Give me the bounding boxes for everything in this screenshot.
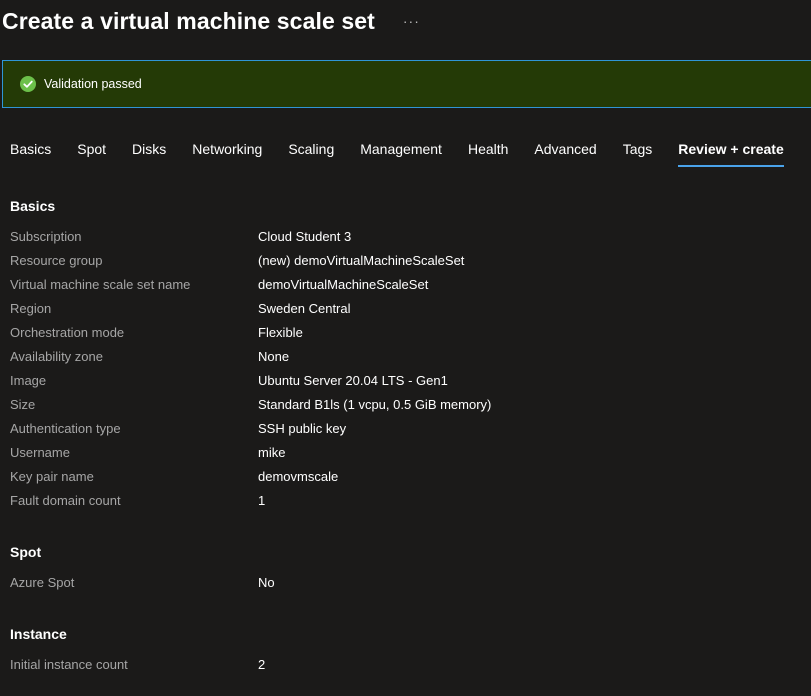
tab-tags[interactable]: Tags <box>623 140 653 167</box>
row-label: Initial instance count <box>10 656 128 672</box>
summary-row-resource-group: Resource group (new) demoVirtualMachineS… <box>10 250 464 270</box>
row-value: Ubuntu Server 20.04 LTS - Gen1 <box>258 372 448 388</box>
row-label: Image <box>10 372 47 388</box>
section-title-basics: Basics <box>10 198 56 214</box>
summary-row-image: Image Ubuntu Server 20.04 LTS - Gen1 <box>10 370 448 390</box>
tab-disks[interactable]: Disks <box>132 140 166 167</box>
row-value: Sweden Central <box>258 300 351 316</box>
row-label: Size <box>10 396 36 412</box>
tab-management[interactable]: Management <box>360 140 442 167</box>
row-label: Availability zone <box>10 348 103 364</box>
summary-row-initial-instance-count: Initial instance count 2 <box>10 654 265 674</box>
row-label: Key pair name <box>10 468 94 484</box>
row-value: SSH public key <box>258 420 347 436</box>
section-title-instance: Instance <box>10 626 67 642</box>
row-value: No <box>258 574 275 590</box>
row-label: Fault domain count <box>10 492 121 508</box>
row-value: Cloud Student 3 <box>258 228 352 244</box>
tab-spot[interactable]: Spot <box>77 140 106 167</box>
check-circle-icon <box>20 76 36 92</box>
tab-review-create[interactable]: Review + create <box>678 140 784 167</box>
page-title: Create a virtual machine scale set <box>2 7 375 34</box>
summary-row-subscription: Subscription Cloud Student 3 <box>10 226 351 246</box>
tab-basics[interactable]: Basics <box>10 140 51 167</box>
tab-health[interactable]: Health <box>468 140 508 167</box>
row-label: Resource group <box>10 252 103 268</box>
tab-scaling[interactable]: Scaling <box>288 140 334 167</box>
section-title-spot: Spot <box>10 544 42 560</box>
tab-networking[interactable]: Networking <box>192 140 262 167</box>
summary-row-orchestration-mode: Orchestration mode Flexible <box>10 322 303 342</box>
header: Create a virtual machine scale set ··· <box>2 4 424 38</box>
summary-row-availability-zone: Availability zone None <box>10 346 289 366</box>
row-value: demovmscale <box>258 468 339 484</box>
wizard-tabs: Basics Spot Disks Networking Scaling Man… <box>10 140 810 168</box>
tab-advanced[interactable]: Advanced <box>534 140 596 167</box>
row-value: demoVirtualMachineScaleSet <box>258 276 429 292</box>
row-label: Orchestration mode <box>10 324 125 340</box>
row-label: Username <box>10 444 70 460</box>
row-value: 1 <box>258 492 266 508</box>
validation-message: Validation passed <box>44 77 142 91</box>
row-value: Flexible <box>258 324 303 340</box>
more-options-button[interactable]: ··· <box>399 11 424 31</box>
row-value: (new) demoVirtualMachineScaleSet <box>258 252 465 268</box>
summary-row-username: Username mike <box>10 442 285 462</box>
summary-row-region: Region Sweden Central <box>10 298 351 318</box>
row-label: Authentication type <box>10 420 121 436</box>
row-value: 2 <box>258 656 266 672</box>
summary-row-authentication-type: Authentication type SSH public key <box>10 418 346 438</box>
validation-banner: Validation passed <box>2 60 811 108</box>
row-label: Azure Spot <box>10 574 75 590</box>
row-label: Subscription <box>10 228 82 244</box>
summary-row-fault-domain-count: Fault domain count 1 <box>10 490 265 510</box>
row-value: None <box>258 348 290 364</box>
row-value: mike <box>258 444 286 460</box>
page: Create a virtual machine scale set ··· V… <box>0 0 811 696</box>
row-value: Standard B1ls (1 vcpu, 0.5 GiB memory) <box>258 396 492 412</box>
summary-row-key-pair-name: Key pair name demovmscale <box>10 466 338 486</box>
summary-row-scale-set-name: Virtual machine scale set name demoVirtu… <box>10 274 428 294</box>
summary-row-azure-spot: Azure Spot No <box>10 572 275 592</box>
row-label: Region <box>10 300 52 316</box>
summary-row-size: Size Standard B1ls (1 vcpu, 0.5 GiB memo… <box>10 394 491 414</box>
row-label: Virtual machine scale set name <box>10 276 191 292</box>
